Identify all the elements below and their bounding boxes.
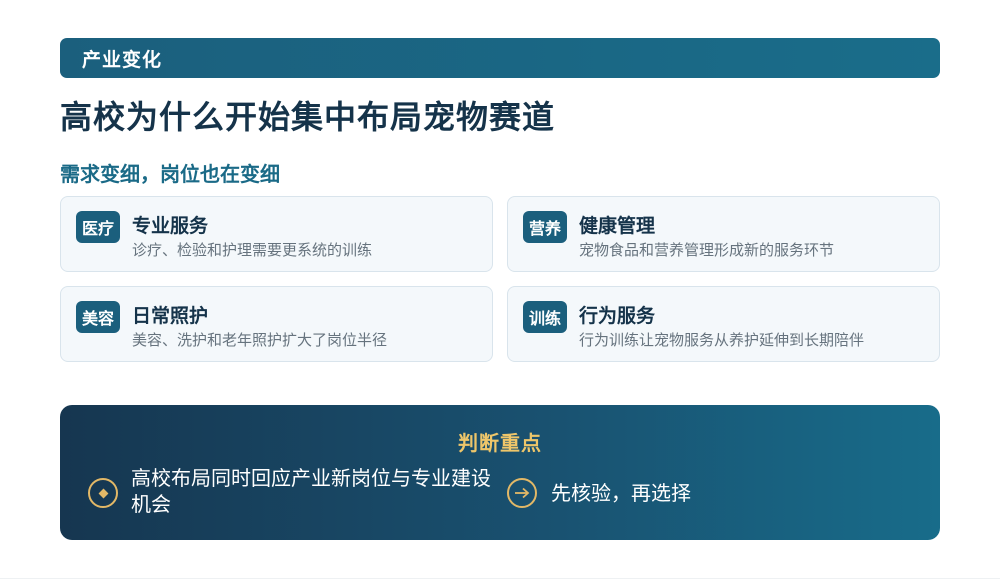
card-title: 行为服务: [579, 305, 656, 327]
card-title: 专业服务: [132, 215, 209, 237]
card-behavior-service: 训练 行为服务 行为训练让宠物服务从养护延伸到长期陪伴: [507, 286, 940, 362]
card-badge: 营养: [523, 211, 567, 243]
card-badge: 医疗: [76, 211, 120, 243]
card-badge: 训练: [523, 301, 567, 333]
card-description: 行为训练让宠物服务从养护延伸到长期陪伴: [579, 331, 865, 349]
summary-point: 先核验，再选择: [551, 481, 691, 505]
card-title: 健康管理: [579, 215, 656, 237]
summary-panel: 判断重点 高校布局同时回应产业新岗位与专业建设机会 先核验，再选择: [60, 405, 940, 540]
card-title: 日常照护: [132, 305, 209, 327]
card-health-management: 营养 健康管理 宠物食品和营养管理形成新的服务环节: [507, 196, 940, 272]
section-label: 产业变化: [82, 48, 163, 71]
card-description: 宠物食品和营养管理形成新的服务环节: [579, 241, 835, 259]
summary-point: 高校布局同时回应产业新岗位与专业建设机会: [131, 466, 491, 516]
page-title: 高校为什么开始集中布局宠物赛道: [60, 98, 556, 136]
divider: [0, 578, 1000, 579]
page-subtitle: 需求变细，岗位也在变细: [60, 162, 280, 186]
arrow-right-icon: [507, 478, 537, 508]
section-label-bar: 产业变化: [60, 38, 940, 78]
card-description: 诊疗、检验和护理需要更系统的训练: [132, 241, 373, 259]
card-professional-service: 医疗 专业服务 诊疗、检验和护理需要更系统的训练: [60, 196, 493, 272]
diamond-icon: [88, 478, 118, 508]
summary-title: 判断重点: [458, 431, 542, 455]
card-daily-care: 美容 日常照护 美容、洗护和老年照护扩大了岗位半径: [60, 286, 493, 362]
card-badge: 美容: [76, 301, 120, 333]
card-description: 美容、洗护和老年照护扩大了岗位半径: [132, 331, 388, 349]
